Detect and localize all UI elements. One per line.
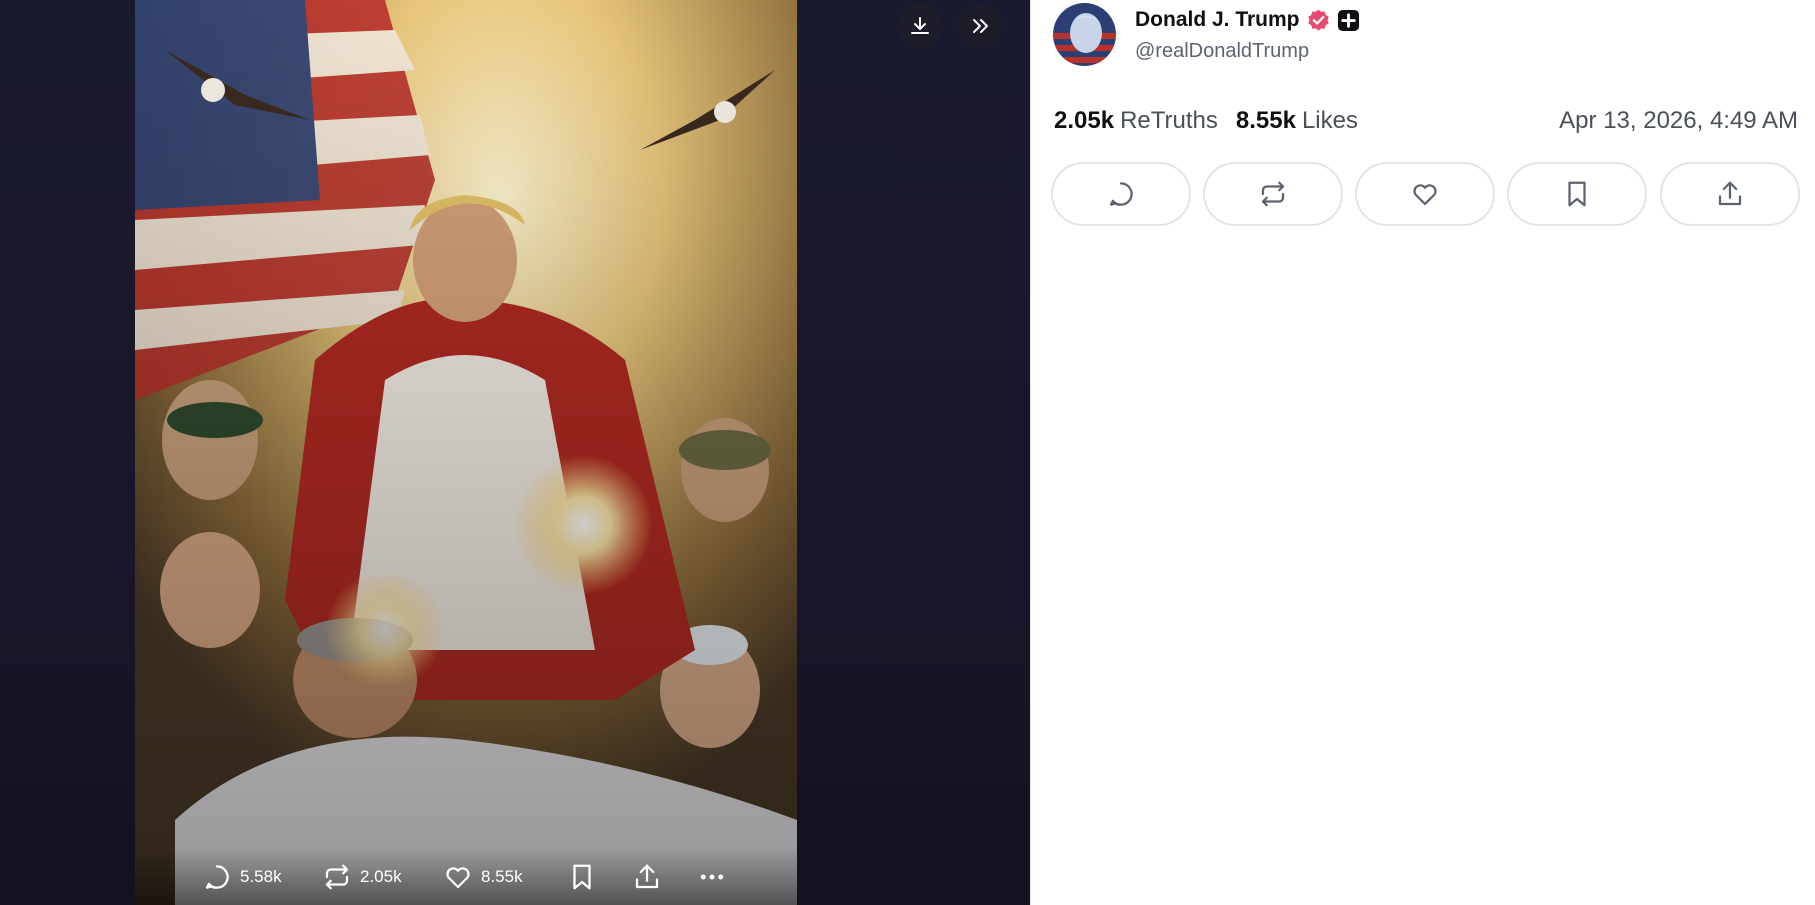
bookmark-icon (573, 864, 591, 890)
avatar-image (1053, 3, 1116, 66)
bookmark-action[interactable] (567, 860, 597, 894)
author-name[interactable]: Donald J. Trump (1135, 8, 1300, 32)
reply-button[interactable] (1051, 162, 1191, 226)
like-icon (446, 867, 470, 889)
author-handle[interactable]: @realDonaldTrump (1135, 40, 1309, 63)
like-count: 8.55k (481, 867, 523, 886)
share-icon (1718, 181, 1742, 206)
retruth-action[interactable]: 2.05k (322, 860, 402, 894)
post-timestamp: Apr 13, 2026, 4:49 AM (1559, 107, 1798, 134)
retruths-stat[interactable]: 2.05k ReTruths (1054, 107, 1218, 135)
download-button[interactable] (898, 4, 942, 48)
bookmark-button[interactable] (1507, 162, 1647, 226)
share-action[interactable] (632, 860, 662, 894)
retruth-icon (1261, 181, 1285, 207)
likes-label: Likes (1301, 107, 1358, 134)
plus-badge-icon (1337, 9, 1359, 31)
download-icon (911, 17, 929, 34)
post-image-illustration (135, 0, 797, 905)
chevrons-right-icon (973, 19, 988, 33)
retruths-label: ReTruths (1120, 107, 1218, 134)
reply-action[interactable]: 5.58k (202, 860, 282, 894)
like-button[interactable] (1355, 162, 1495, 226)
post-stats: 2.05k ReTruths 8.55k Likes (1054, 105, 1358, 137)
retruth-icon (325, 864, 349, 890)
verified-badge-icon (1307, 9, 1329, 31)
reply-icon (1109, 182, 1133, 206)
share-button[interactable] (1660, 162, 1800, 226)
post-image[interactable] (135, 0, 797, 905)
avatar[interactable] (1053, 3, 1116, 66)
retruths-count: 2.05k (1054, 107, 1115, 134)
likes-count: 8.55k (1235, 107, 1296, 134)
retruth-count: 2.05k (360, 867, 402, 886)
author-row: Donald J. Trump (1135, 6, 1360, 34)
share-icon (635, 864, 659, 889)
next-button[interactable] (958, 4, 1002, 48)
reply-icon (205, 865, 229, 889)
more-dots-icon (700, 874, 724, 880)
like-action[interactable]: 8.55k (443, 860, 523, 894)
like-icon (1413, 184, 1437, 206)
bookmark-icon (1568, 181, 1586, 207)
more-action[interactable] (697, 860, 727, 894)
retruth-button[interactable] (1203, 162, 1343, 226)
reply-count: 5.58k (240, 867, 282, 886)
likes-stat[interactable]: 8.55k Likes (1236, 107, 1358, 135)
